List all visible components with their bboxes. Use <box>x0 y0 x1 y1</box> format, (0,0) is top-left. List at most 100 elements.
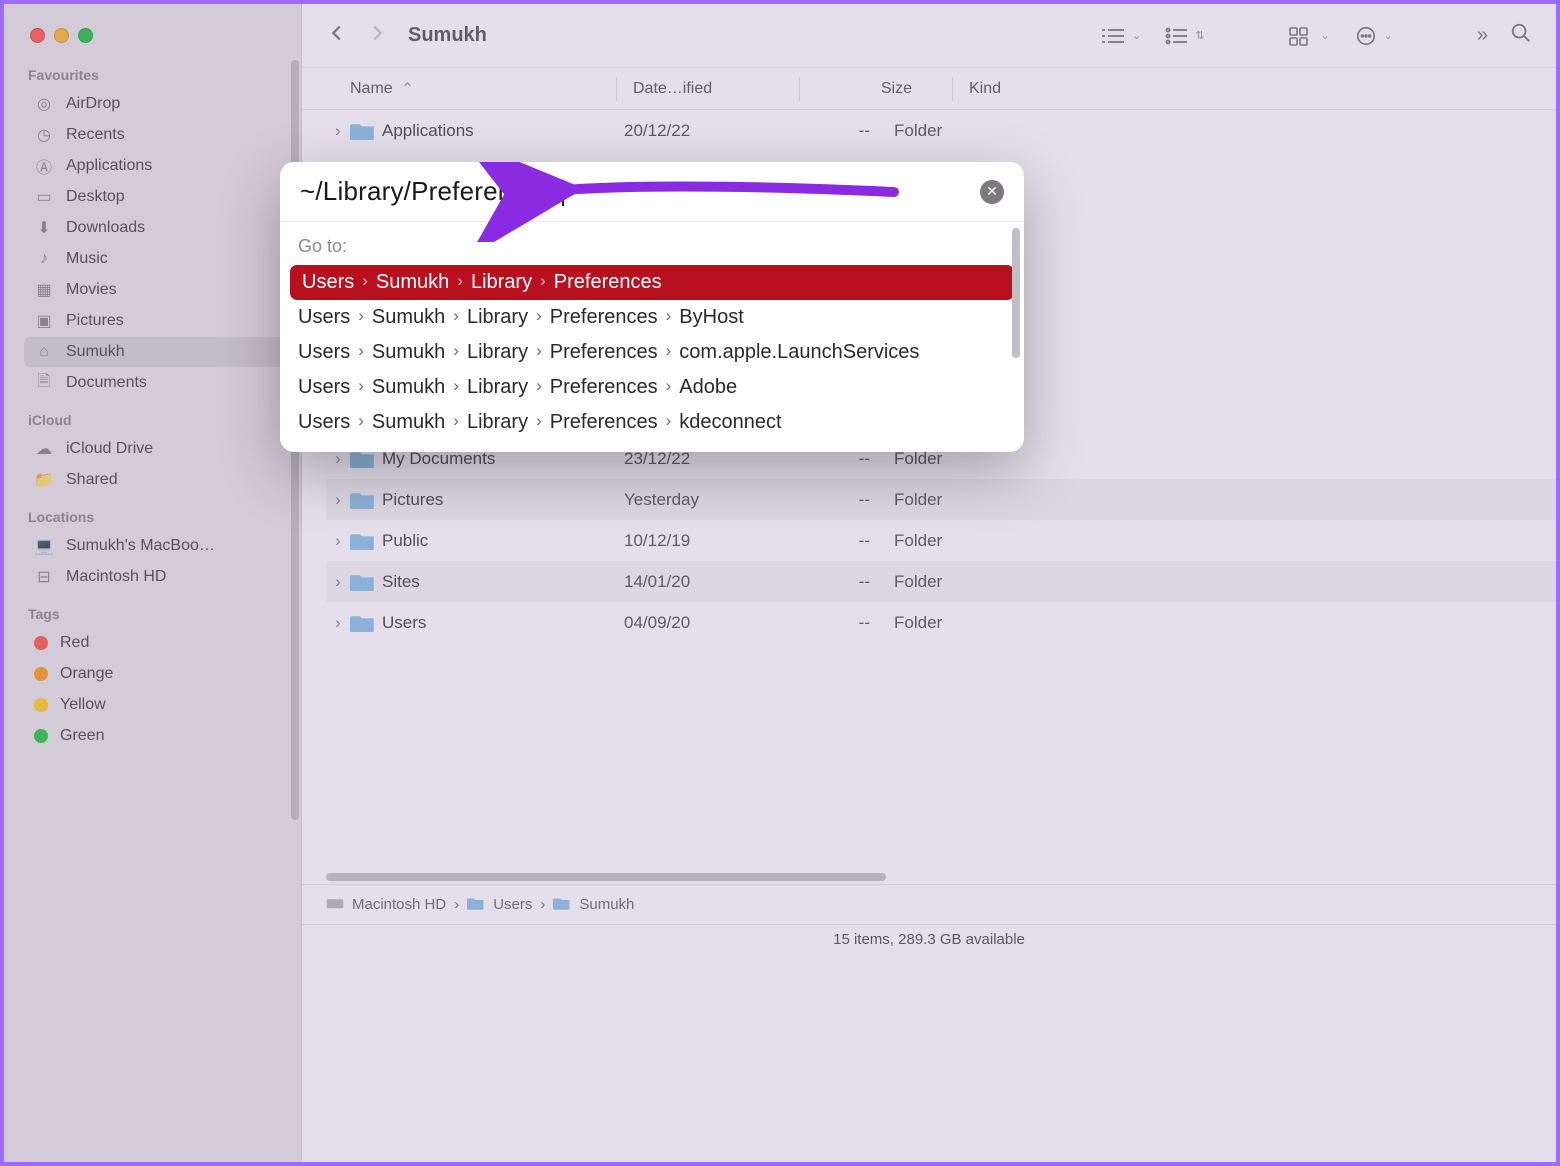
suggestion-row[interactable]: Users› Sumukh› Library› Preferences <box>290 265 1014 300</box>
sidebar-item-shared[interactable]: 📁Shared <box>24 465 287 495</box>
sidebar-item-downloads[interactable]: ⬇Downloads <box>24 213 287 243</box>
minimize-window-button[interactable] <box>54 28 69 43</box>
nav-back-button[interactable] <box>326 22 348 49</box>
chevron-down-icon: ⌄ <box>1132 29 1141 42</box>
sidebar-item-label: Yellow <box>60 696 106 714</box>
folder-icon <box>467 896 485 914</box>
goto-scrollbar[interactable] <box>1012 228 1020 358</box>
window-title: Sumukh <box>408 24 1090 47</box>
path-segment[interactable]: Users <box>493 896 532 913</box>
locations-header: Locations <box>28 509 287 525</box>
sidebar-tag-yellow[interactable]: Yellow <box>24 690 287 720</box>
suggestion-row[interactable]: Users› Sumukh› Library› Preferences› kde… <box>280 405 1024 440</box>
column-header-date[interactable]: Date…ified <box>633 80 783 98</box>
sidebar-item-label: Movies <box>66 281 117 299</box>
file-row[interactable]: › Public 10/12/19 -- Folder <box>326 520 1556 561</box>
close-window-button[interactable] <box>30 28 45 43</box>
file-size: -- <box>774 531 894 551</box>
path-part: Sumukh <box>372 341 445 364</box>
path-part: ByHost <box>679 306 743 329</box>
sidebar-item-label: Sumukh's MacBoo… <box>66 537 215 555</box>
file-row[interactable]: › Applications 20/12/22 -- Folder <box>326 110 1556 151</box>
action-menu-button[interactable]: ⌄ <box>1352 25 1393 47</box>
sidebar-item-pictures[interactable]: ▣Pictures <box>24 306 287 336</box>
sidebar-item-macbook[interactable]: 💻Sumukh's MacBoo… <box>24 531 287 561</box>
file-kind: Folder <box>894 490 942 510</box>
disclosure-triangle-icon[interactable]: › <box>326 572 350 592</box>
column-header-name[interactable]: Name⌃ <box>350 79 600 99</box>
horizontal-scrollbar[interactable] <box>326 870 1532 884</box>
close-icon: ✕ <box>986 183 998 200</box>
sidebar-item-macintosh-hd[interactable]: ⊟ Macintosh HD <box>24 562 287 592</box>
sidebar-item-music[interactable]: ♪Music <box>24 244 287 274</box>
file-size: -- <box>774 572 894 592</box>
chevron-right-icon: › <box>664 341 674 364</box>
path-part: Preferences <box>550 411 658 434</box>
sidebar-item-icloud-drive[interactable]: ☁iCloud Drive <box>24 434 287 464</box>
sidebar-item-applications[interactable]: ⒶApplications <box>24 151 287 181</box>
disk-icon: ⊟ <box>34 568 54 586</box>
overflow-button[interactable]: » <box>1477 24 1488 47</box>
file-row[interactable]: › Pictures Yesterday -- Folder <box>326 479 1556 520</box>
suggestion-row[interactable]: Users› Sumukh› Library› Preferences› Ado… <box>280 370 1024 405</box>
suggestion-row[interactable]: Users› Sumukh› Library› Preferences› ByH… <box>280 300 1024 335</box>
sidebar-item-sumukh[interactable]: ⌂Sumukh <box>24 337 287 367</box>
chevron-right-icon: › <box>451 376 461 399</box>
path-part: Library <box>467 376 528 399</box>
sidebar-item-desktop[interactable]: ▭Desktop <box>24 182 287 212</box>
sidebar-tag-orange[interactable]: Orange <box>24 659 287 689</box>
folder-icon <box>350 531 376 551</box>
sidebar-item-label: Downloads <box>66 219 145 237</box>
file-kind: Folder <box>894 531 942 551</box>
chevron-down-icon: ⌄ <box>1320 29 1329 42</box>
path-part: Users <box>298 306 350 329</box>
chevron-right-icon: › <box>538 271 548 294</box>
zoom-window-button[interactable] <box>78 28 93 43</box>
text-caret <box>562 180 564 206</box>
folder-icon <box>553 896 571 914</box>
search-button[interactable] <box>1510 22 1532 49</box>
path-part: Preferences <box>550 341 658 364</box>
go-to-path-input[interactable]: ~/Library/Preferences/ <box>300 176 980 207</box>
file-date: Yesterday <box>624 490 774 510</box>
clear-input-button[interactable]: ✕ <box>980 180 1004 204</box>
icon-size-button[interactable]: ⌄ <box>1288 25 1329 47</box>
chevron-right-icon: › <box>451 341 461 364</box>
file-size: -- <box>774 613 894 633</box>
path-part: Users <box>302 271 354 294</box>
disclosure-triangle-icon[interactable]: › <box>326 121 350 141</box>
pictures-icon: ▣ <box>34 312 54 330</box>
tag-red-icon <box>34 636 48 650</box>
sidebar-item-airdrop[interactable]: ◎AirDrop <box>24 89 287 119</box>
folder-icon <box>350 121 376 141</box>
nav-forward-button[interactable] <box>366 22 388 49</box>
group-by-button[interactable]: ⌄ <box>1100 25 1141 47</box>
sidebar-item-recents[interactable]: ◷Recents <box>24 120 287 150</box>
folder-icon <box>350 572 376 592</box>
disclosure-triangle-icon[interactable]: › <box>326 490 350 510</box>
suggestion-row[interactable]: Users› Sumukh› Library› Preferences› com… <box>280 335 1024 370</box>
path-part: Library <box>467 341 528 364</box>
desktop-icon: ▭ <box>34 188 54 206</box>
sidebar-item-movies[interactable]: ▦Movies <box>24 275 287 305</box>
view-options-button[interactable]: ⇅ <box>1163 25 1204 47</box>
chevron-right-icon: › <box>664 411 674 434</box>
go-to-folder-dialog: ~/Library/Preferences/ ✕ Go to: Users› S… <box>280 162 1024 452</box>
disclosure-triangle-icon[interactable]: › <box>326 531 350 551</box>
sidebar-tag-red[interactable]: Red <box>24 628 287 658</box>
file-row[interactable]: › Sites 14/01/20 -- Folder <box>326 561 1556 602</box>
path-segment[interactable]: Macintosh HD <box>352 896 446 913</box>
path-segment[interactable]: Sumukh <box>579 896 634 913</box>
favourites-header: Favourites <box>28 67 287 83</box>
disclosure-triangle-icon[interactable]: › <box>326 613 350 633</box>
path-bar: Macintosh HD › Users › Sumukh <box>302 884 1556 924</box>
sidebar-item-label: Macintosh HD <box>66 568 166 586</box>
file-name: Users <box>376 613 624 633</box>
sidebar-item-documents[interactable]: 🗎Documents <box>24 368 287 398</box>
path-part: Library <box>467 411 528 434</box>
column-header-size[interactable]: Size <box>816 80 936 98</box>
chevron-right-icon: › <box>534 306 544 329</box>
column-header-kind[interactable]: Kind <box>969 80 1556 98</box>
sidebar-tag-green[interactable]: Green <box>24 721 287 751</box>
file-row[interactable]: › Users 04/09/20 -- Folder <box>326 602 1556 643</box>
